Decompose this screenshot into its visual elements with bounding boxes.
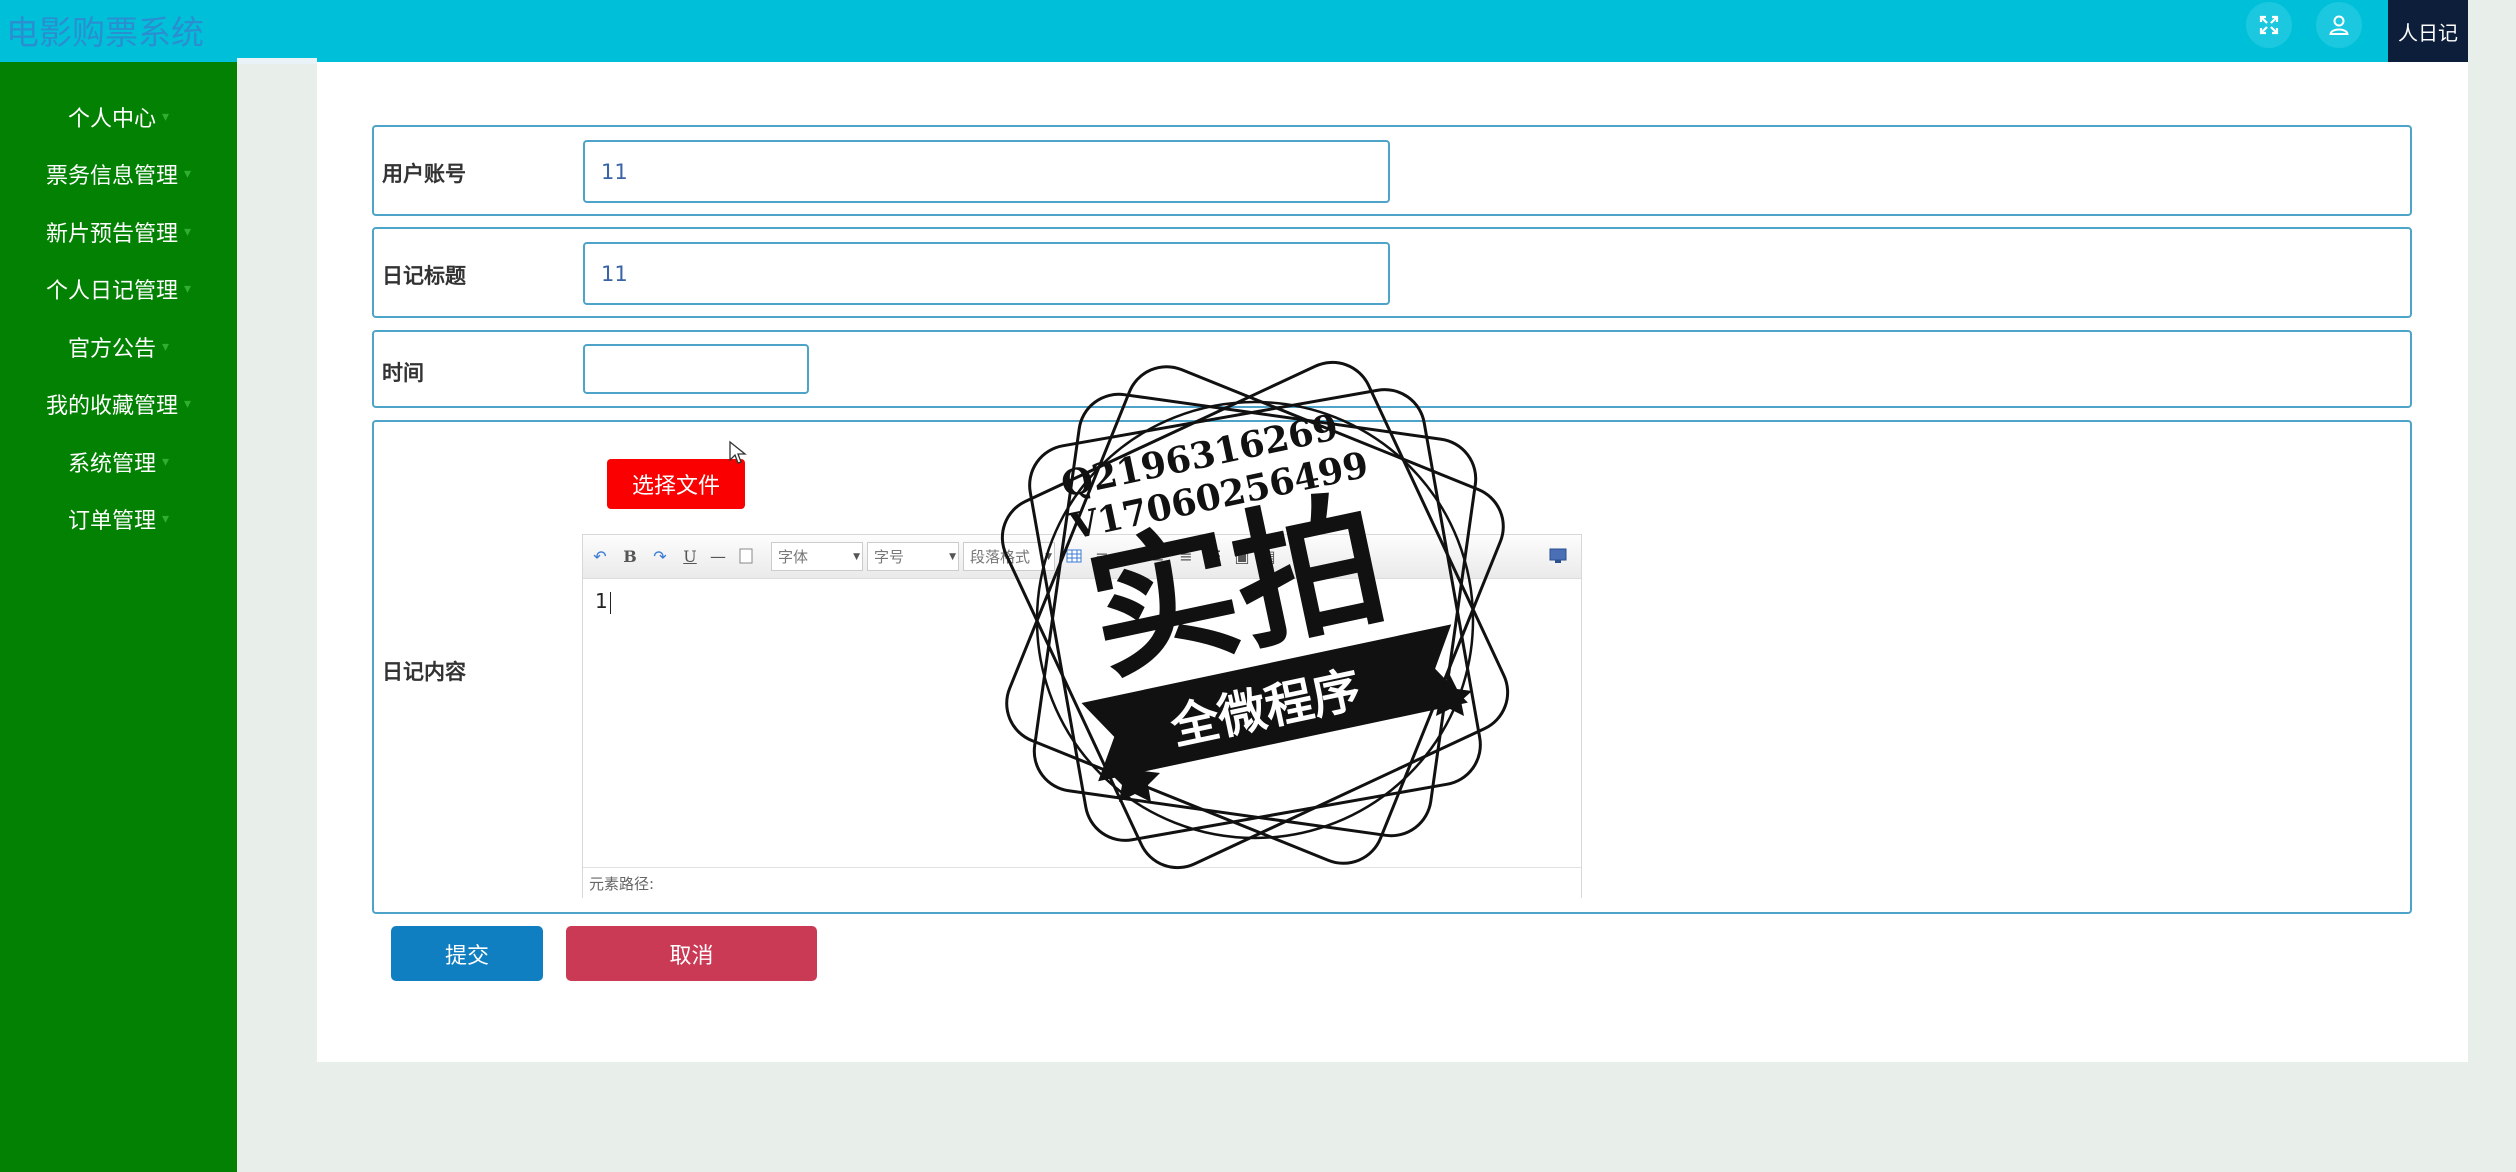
- justify-icon[interactable]: ≡: [1173, 543, 1199, 569]
- table-icon[interactable]: [1061, 543, 1087, 569]
- bold-icon[interactable]: B: [617, 543, 643, 569]
- chevron-down-icon: ▾: [183, 166, 192, 182]
- chevron-down-icon: ▾: [183, 281, 192, 297]
- sidebar-item-label: 系统管理: [67, 452, 156, 477]
- chevron-down-icon: ▾: [161, 109, 170, 125]
- list-icon[interactable]: ☰: [1201, 543, 1227, 569]
- font-size-select[interactable]: 字号 ▼: [867, 542, 959, 571]
- element-path-label: 元素路径:: [589, 874, 655, 893]
- sidebar-item-system[interactable]: 系统管理 ▾: [0, 442, 237, 482]
- sidebar-item-ticket-info[interactable]: 票务信息管理 ▾: [0, 154, 237, 194]
- cancel-button[interactable]: 取消: [566, 926, 817, 981]
- editor-status-bar: 元素路径:: [583, 867, 1581, 898]
- chevron-down-icon: ▾: [161, 339, 170, 355]
- sidebar-item-announcements[interactable]: 官方公告 ▾: [0, 327, 237, 367]
- align-left-icon[interactable]: ≡: [1089, 543, 1115, 569]
- fullscreen-icon[interactable]: [2246, 2, 2292, 48]
- choose-file-button[interactable]: 选择文件: [607, 459, 745, 509]
- active-tab-label: 人日记: [2398, 20, 2458, 45]
- time-input[interactable]: [583, 344, 809, 394]
- top-bar: 电影购票系统 人日记: [0, 0, 2468, 62]
- sidebar-item-trailers[interactable]: 新片预告管理 ▾: [0, 212, 237, 252]
- rich-text-editor[interactable]: ↶ B ↷ U — 字体 ▼ 字号 ▼ 段落格式 ▼ ≡ ≡ ≡ ≡ ☰ ▣ ▤ 1: [582, 534, 1582, 898]
- font-family-value: 字体: [778, 548, 809, 566]
- paragraph-value: 段落格式: [970, 548, 1031, 566]
- form-row-title: 日记标题 11: [372, 227, 2412, 318]
- sidebar-item-favorites[interactable]: 我的收藏管理 ▾: [0, 384, 237, 424]
- sidebar-item-label: 票务信息管理: [45, 164, 178, 189]
- time-label: 时间: [382, 361, 424, 385]
- sidebar-item-orders[interactable]: 订单管理 ▾: [0, 499, 237, 539]
- redo-icon[interactable]: ↷: [647, 543, 673, 569]
- sidebar-item-diary[interactable]: 个人日记管理 ▾: [0, 269, 237, 309]
- sidebar-item-personal-center[interactable]: 个人中心 ▾: [0, 97, 237, 137]
- source-view-icon[interactable]: [1545, 543, 1571, 569]
- submit-label: 提交: [444, 943, 489, 969]
- editor-toolbar: ↶ B ↷ U — 字体 ▼ 字号 ▼ 段落格式 ▼ ≡ ≡ ≡ ≡ ☰ ▣ ▤: [583, 535, 1581, 579]
- paragraph-select[interactable]: 段落格式 ▼: [963, 542, 1055, 571]
- sidebar-item-label: 我的收藏管理: [45, 394, 178, 419]
- sidebar: 个人中心 ▾ 票务信息管理 ▾ 新片预告管理 ▾ 个人日记管理 ▾ 官方公告 ▾ 我的收藏…: [0, 62, 237, 1172]
- title-input[interactable]: 11: [583, 242, 1390, 305]
- sidebar-item-label: 订单管理: [67, 509, 156, 534]
- horizontal-rule-icon[interactable]: —: [705, 543, 731, 569]
- user-icon[interactable]: [2316, 2, 2362, 48]
- align-center-icon[interactable]: ≡: [1117, 543, 1143, 569]
- text-caret: [609, 591, 611, 614]
- title-input-value: 11: [601, 261, 628, 286]
- chevron-down-icon: ▾: [161, 511, 170, 527]
- font-size-value: 字号: [874, 548, 905, 566]
- submit-button[interactable]: 提交: [391, 926, 543, 981]
- choose-file-label: 选择文件: [631, 474, 720, 499]
- chevron-down-icon: ▾: [161, 454, 170, 470]
- active-tab[interactable]: 人日记: [2388, 0, 2468, 62]
- more-icon[interactable]: ▤: [1255, 543, 1281, 569]
- right-gutter: [2468, 0, 2516, 1172]
- account-input-value: 11: [601, 159, 628, 184]
- undo-icon[interactable]: ↶: [587, 543, 613, 569]
- form-row-account: 用户账号 11: [372, 125, 2412, 216]
- panel-notch: [237, 58, 317, 64]
- account-input[interactable]: 11: [583, 140, 1390, 203]
- font-family-select[interactable]: 字体 ▼: [771, 542, 863, 571]
- sidebar-item-label: 个人中心: [67, 107, 156, 132]
- chevron-down-icon: ▾: [183, 396, 192, 412]
- chevron-down-icon: ▾: [183, 224, 192, 240]
- form-row-time: 时间: [372, 330, 2412, 408]
- page-icon[interactable]: [733, 543, 759, 569]
- align-right-icon[interactable]: ≡: [1145, 543, 1171, 569]
- app-title: 电影购票系统: [6, 13, 204, 52]
- image-icon[interactable]: ▣: [1229, 543, 1255, 569]
- sidebar-item-label: 新片预告管理: [45, 222, 178, 247]
- dropdown-arrow-icon: ▼: [853, 552, 860, 562]
- mouse-cursor-icon: [729, 440, 747, 464]
- editor-content-text: 1: [595, 589, 608, 613]
- account-label: 用户账号: [382, 162, 466, 186]
- cancel-label: 取消: [669, 943, 714, 969]
- content-label: 日记内容: [382, 660, 466, 684]
- sidebar-item-label: 官方公告: [67, 337, 156, 362]
- sidebar-item-label: 个人日记管理: [45, 279, 178, 304]
- editor-content[interactable]: 1: [595, 589, 611, 614]
- underline-icon[interactable]: U: [677, 543, 703, 569]
- title-label: 日记标题: [382, 264, 466, 288]
- dropdown-arrow-icon: ▼: [949, 552, 956, 562]
- dropdown-arrow-icon: ▼: [1045, 552, 1052, 562]
